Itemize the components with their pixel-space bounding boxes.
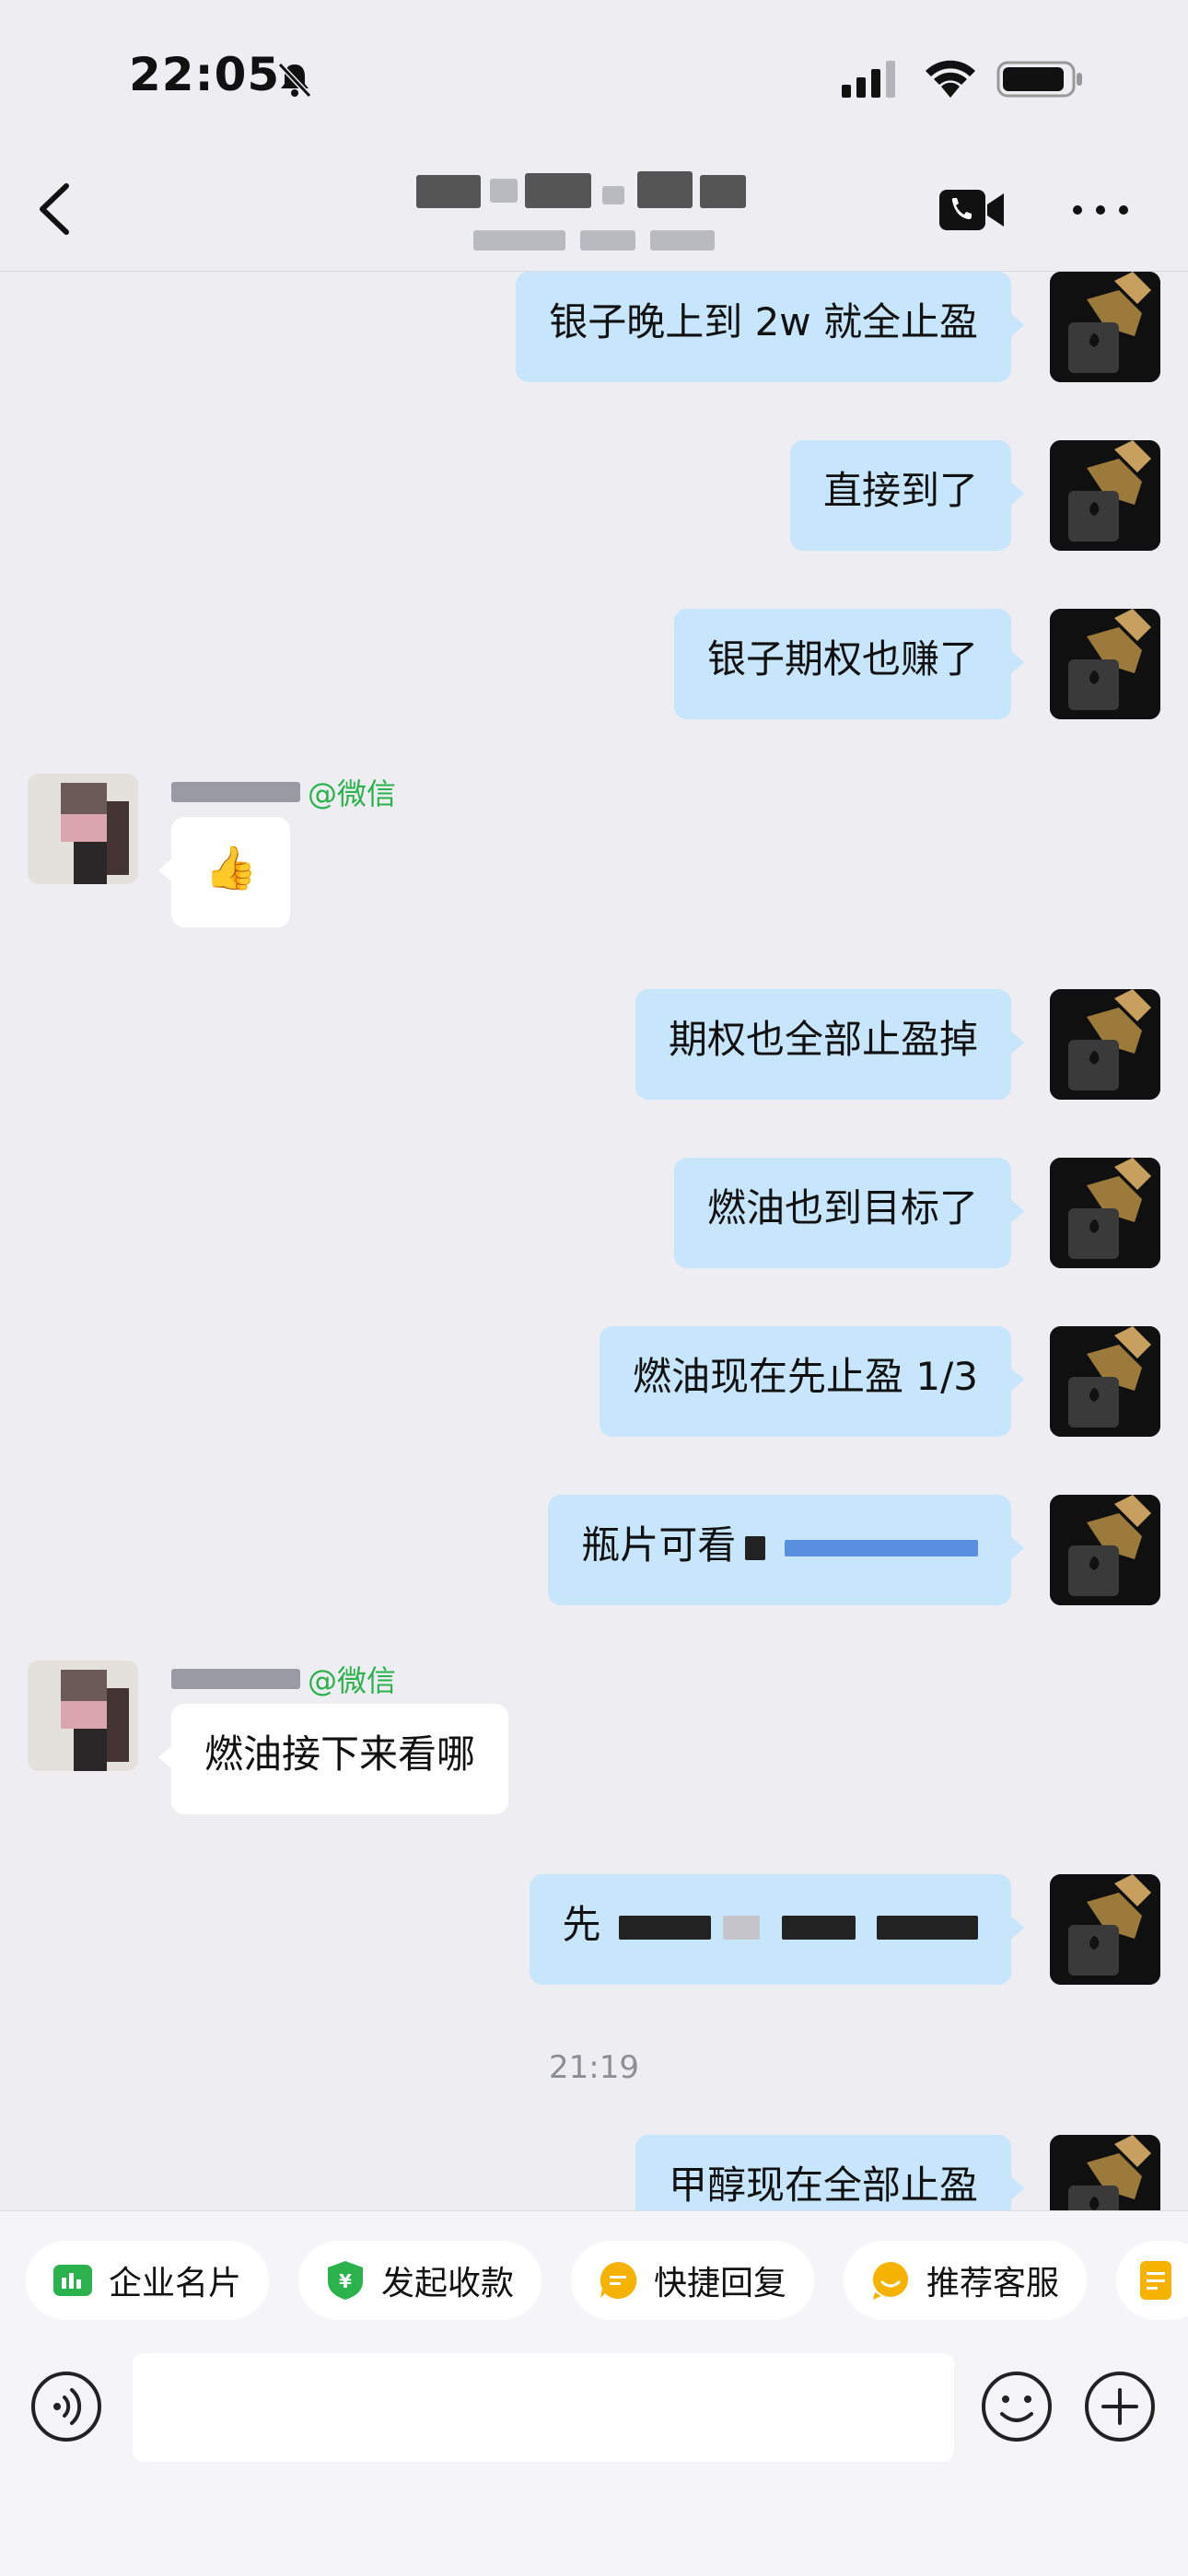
plus-icon[interactable] — [1083, 2370, 1157, 2443]
sender-source: @微信 — [308, 776, 397, 811]
sender-line: @微信 — [171, 1658, 397, 1698]
message-bubble[interactable]: 甲醇现在全部止盈 — [635, 2135, 1025, 2210]
message-bubble[interactable]: 👍 — [157, 817, 291, 927]
redacted-text — [877, 1915, 978, 1940]
avatar-self[interactable] — [1050, 1495, 1160, 1605]
chat-input-panel: 企业名片 ¥ 发起收款 快捷回复 推荐客服 — [0, 2210, 1188, 2576]
chat-header — [0, 147, 1188, 272]
status-bar: 22:05 — [0, 0, 1188, 147]
avatar-self[interactable] — [1050, 1158, 1160, 1268]
redacted-text — [744, 1535, 765, 1560]
avatar-self[interactable] — [1050, 989, 1160, 1100]
sender-name-redacted — [171, 782, 300, 802]
message-bubble[interactable]: 期权也全部止盈掉 — [635, 989, 1025, 1100]
status-time: 22:05 — [129, 48, 281, 101]
chat-title-mask — [405, 166, 792, 217]
signal-icon — [842, 61, 895, 98]
avatar-other[interactable] — [28, 1661, 138, 1771]
chat-subtitle-mask — [470, 223, 728, 254]
avatar-self[interactable] — [1050, 440, 1160, 551]
collect-payment-icon: ¥ — [328, 2261, 363, 2300]
message-input[interactable] — [133, 2353, 954, 2462]
document-icon — [1140, 2261, 1171, 2300]
chip-label: 发起收款 — [381, 2265, 515, 2302]
sender-source: @微信 — [308, 1663, 397, 1698]
message-text: 瓶片可看 — [581, 1522, 737, 1568]
message-bubble[interactable]: 燃油也到目标了 — [673, 1158, 1025, 1268]
video-call-icon[interactable] — [938, 186, 1006, 234]
more-options-icon[interactable] — [1068, 193, 1133, 227]
message-bubble[interactable]: 银子晚上到 2w 就全止盈 — [516, 272, 1024, 382]
avatar-self[interactable] — [1050, 272, 1160, 382]
message-bubble[interactable]: 燃油接下来看哪 — [157, 1704, 509, 1814]
wifi-icon — [926, 60, 975, 98]
message-text: 先 — [562, 1902, 601, 1947]
message-bubble[interactable]: 燃油现在先止盈 1/3 — [600, 1326, 1024, 1437]
recommend-service-button[interactable]: 推荐客服 — [844, 2241, 1088, 2320]
business-card-button[interactable]: 企业名片 — [26, 2241, 270, 2320]
battery-icon — [996, 61, 1082, 98]
avatar-self[interactable] — [1050, 1874, 1160, 1985]
input-row — [0, 2349, 1188, 2469]
quick-reply-button[interactable]: 快捷回复 — [571, 2241, 815, 2320]
message-bubble[interactable]: 瓶片可看 — [548, 1495, 1024, 1605]
emoji-icon[interactable] — [980, 2370, 1054, 2443]
redacted-text — [723, 1915, 761, 1940]
sender-line: @微信 — [171, 771, 397, 811]
collect-payment-button[interactable]: ¥ 发起收款 — [298, 2241, 542, 2320]
message-bubble[interactable]: 直接到了 — [789, 440, 1025, 551]
recommend-service-icon — [873, 2262, 908, 2300]
chip-label: 推荐客服 — [926, 2265, 1060, 2302]
business-card-icon — [53, 2265, 92, 2296]
avatar-self[interactable] — [1050, 2135, 1160, 2210]
sender-name-redacted — [171, 1669, 300, 1689]
redacted-text — [781, 1915, 856, 1940]
message-bubble[interactable]: 银子期权也赚了 — [673, 609, 1025, 719]
avatar-self[interactable] — [1050, 609, 1160, 719]
redacted-text — [618, 1915, 711, 1940]
voice-input-icon[interactable] — [29, 2370, 103, 2443]
bell-muted-icon — [277, 62, 312, 99]
message-bubble[interactable]: 先 — [529, 1874, 1025, 1985]
message-list[interactable]: 银子晚上到 2w 就全止盈 直接到了 银子期权也赚了 @微信 👍 期权也全部止盈… — [0, 272, 1188, 2210]
quick-reply-icon — [600, 2261, 637, 2299]
redacted-link — [785, 1539, 978, 1556]
avatar-self[interactable] — [1050, 1326, 1160, 1437]
chip-label: 快捷回复 — [654, 2265, 787, 2302]
svg-text:¥: ¥ — [339, 2270, 352, 2292]
avatar-other[interactable] — [28, 774, 138, 884]
chip-label: 企业名片 — [109, 2265, 242, 2302]
timestamp: 21:19 — [549, 2049, 639, 2086]
back-button[interactable] — [28, 175, 83, 243]
document-button[interactable] — [1116, 2241, 1188, 2320]
quick-actions-bar[interactable]: 企业名片 ¥ 发起收款 快捷回复 推荐客服 — [0, 2241, 1188, 2324]
